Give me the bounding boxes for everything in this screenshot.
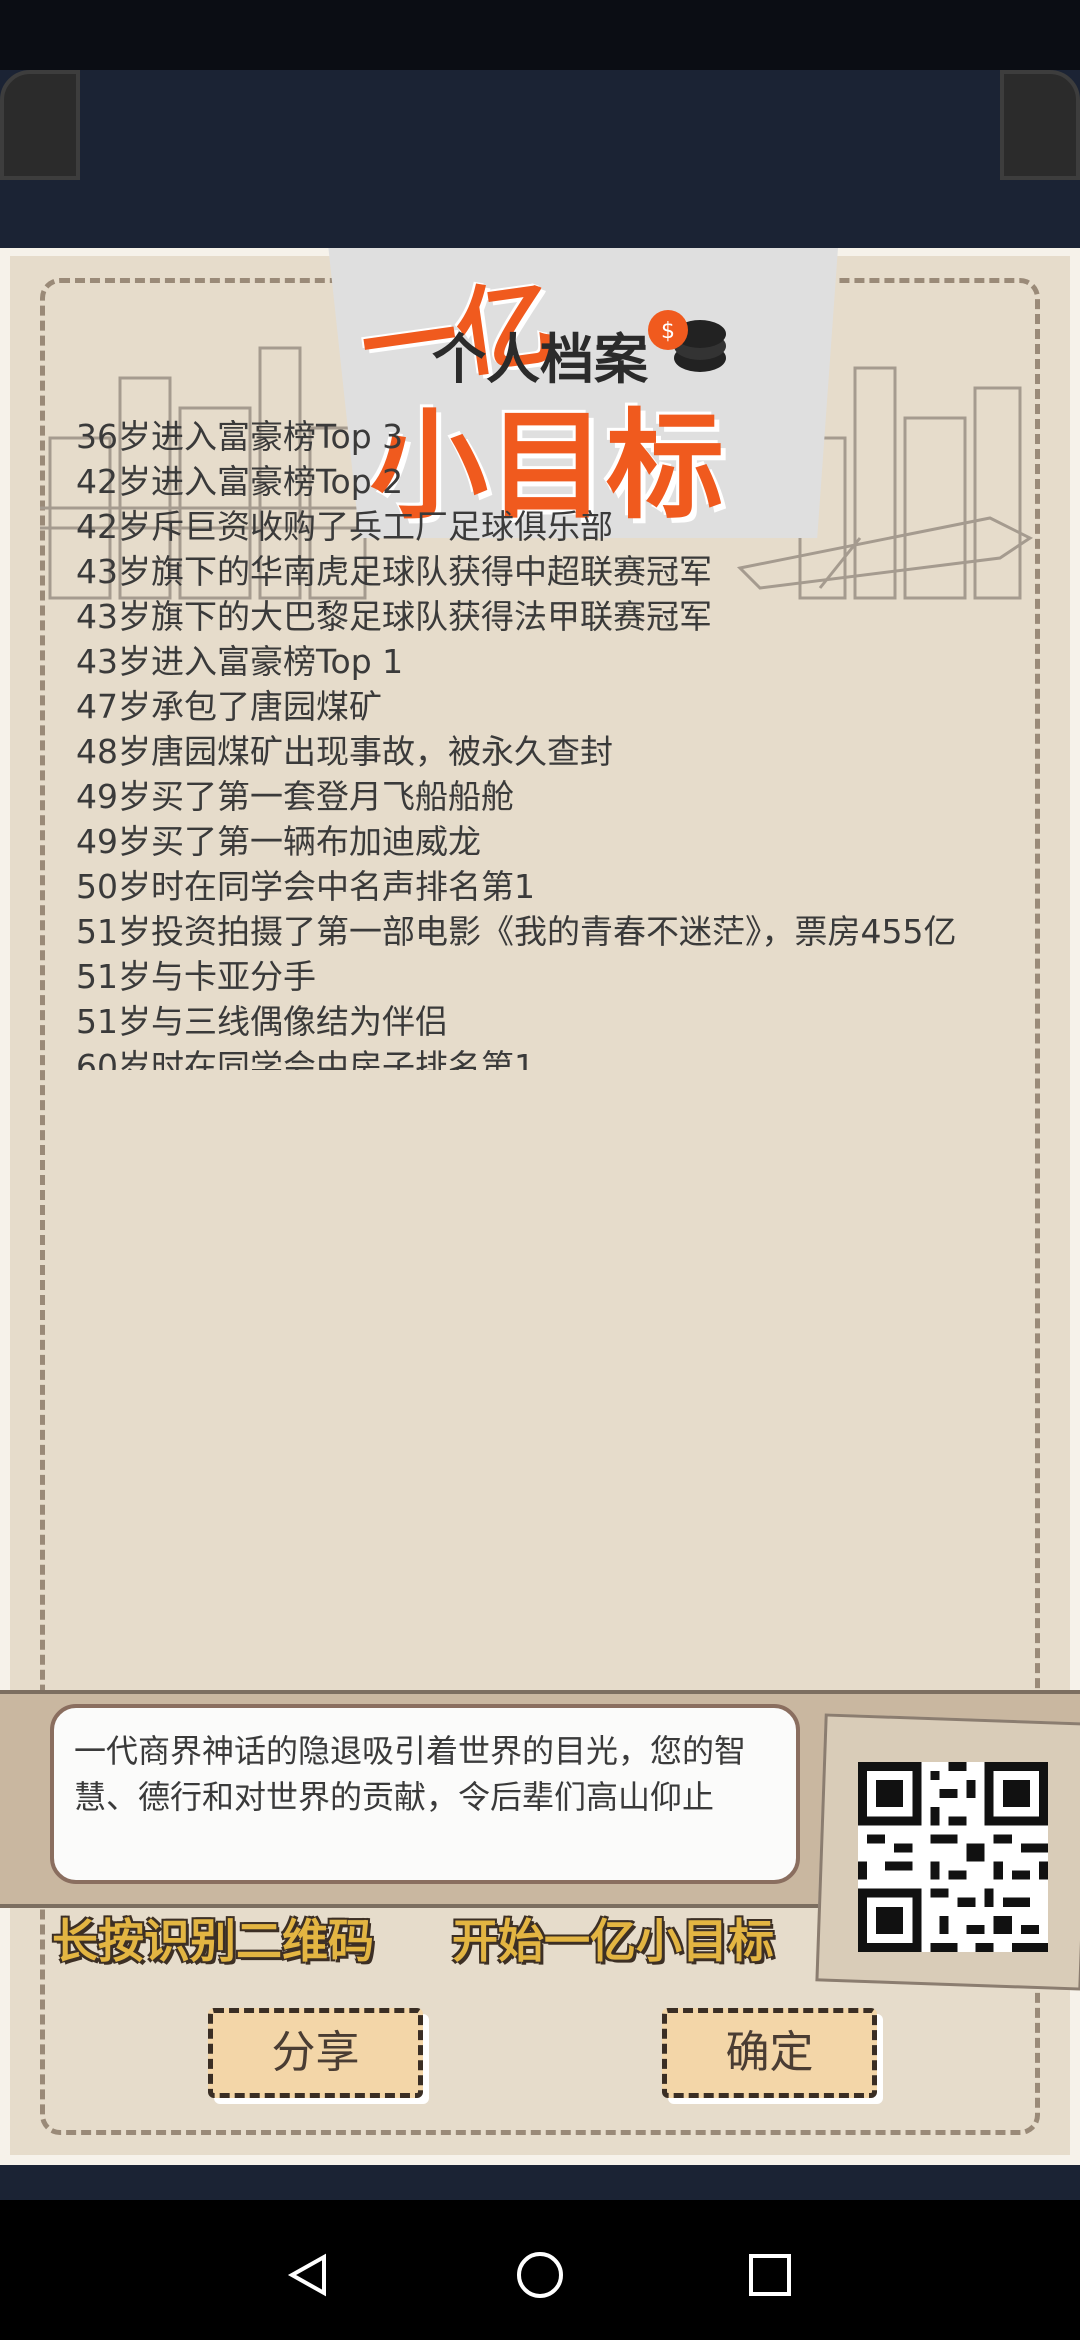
top-frame [0, 70, 1080, 250]
event-row: 49岁买了第一辆布加迪威龙 [76, 822, 481, 861]
frame-corner [0, 70, 80, 180]
event-row: 48岁唐园煤矿出现事故，被永久查封 [76, 732, 613, 771]
event-row: 36岁进入富豪榜Top 3 [76, 420, 404, 456]
qr-code[interactable] [858, 1762, 1048, 1952]
slogan-start-game: 开始一亿小目标 [452, 1914, 774, 1968]
recent-apps-icon[interactable] [740, 2245, 800, 2305]
event-row: 43岁旗下的华南虎足球队获得中超联赛冠军 [76, 552, 712, 591]
share-button[interactable]: 分享 [208, 2008, 423, 2098]
event-row: 47岁承包了唐园煤矿 [76, 687, 382, 726]
event-row: 43岁旗下的大巴黎足球队获得法甲联赛冠军 [76, 597, 712, 636]
home-icon[interactable] [510, 2245, 570, 2305]
event-list[interactable]: 36岁进入富豪榜Top 3 42岁进入富豪榜Top 2 42岁斥巨资收购了兵工厂足球… [76, 420, 996, 1070]
event-row: 49岁买了第一套登月飞船船舱 [76, 777, 514, 816]
page-title: 个人档案 [432, 328, 648, 391]
event-row: 51岁与三线偶像结为伴侣 [76, 1002, 448, 1041]
back-icon[interactable] [280, 2245, 340, 2305]
event-row: 51岁与卡亚分手 [76, 957, 316, 996]
event-row: 42岁进入富豪榜Top 2 [76, 462, 404, 501]
event-row: 42岁斥巨资收购了兵工厂足球俱乐部 [76, 507, 613, 546]
frame-corner [1000, 70, 1080, 180]
confirm-button[interactable]: 确定 [662, 2008, 877, 2098]
event-row: 60岁时在同学会中房子排名第1 [76, 1047, 535, 1070]
message-bubble: 一代商界神话的隐退吸引着世界的目光，您的智慧、德行和对世界的贡献，令后辈们高山仰… [50, 1704, 800, 1884]
event-row: 50岁时在同学会中名声排名第1 [76, 867, 535, 906]
event-row: 51岁投资拍摄了第一部电影《我的青春不迷茫》，票房455亿 [76, 912, 957, 951]
event-row: 43岁进入富豪榜Top 1 [76, 642, 404, 681]
slogan-scan-qr: 长按识别二维码 [52, 1914, 374, 1968]
